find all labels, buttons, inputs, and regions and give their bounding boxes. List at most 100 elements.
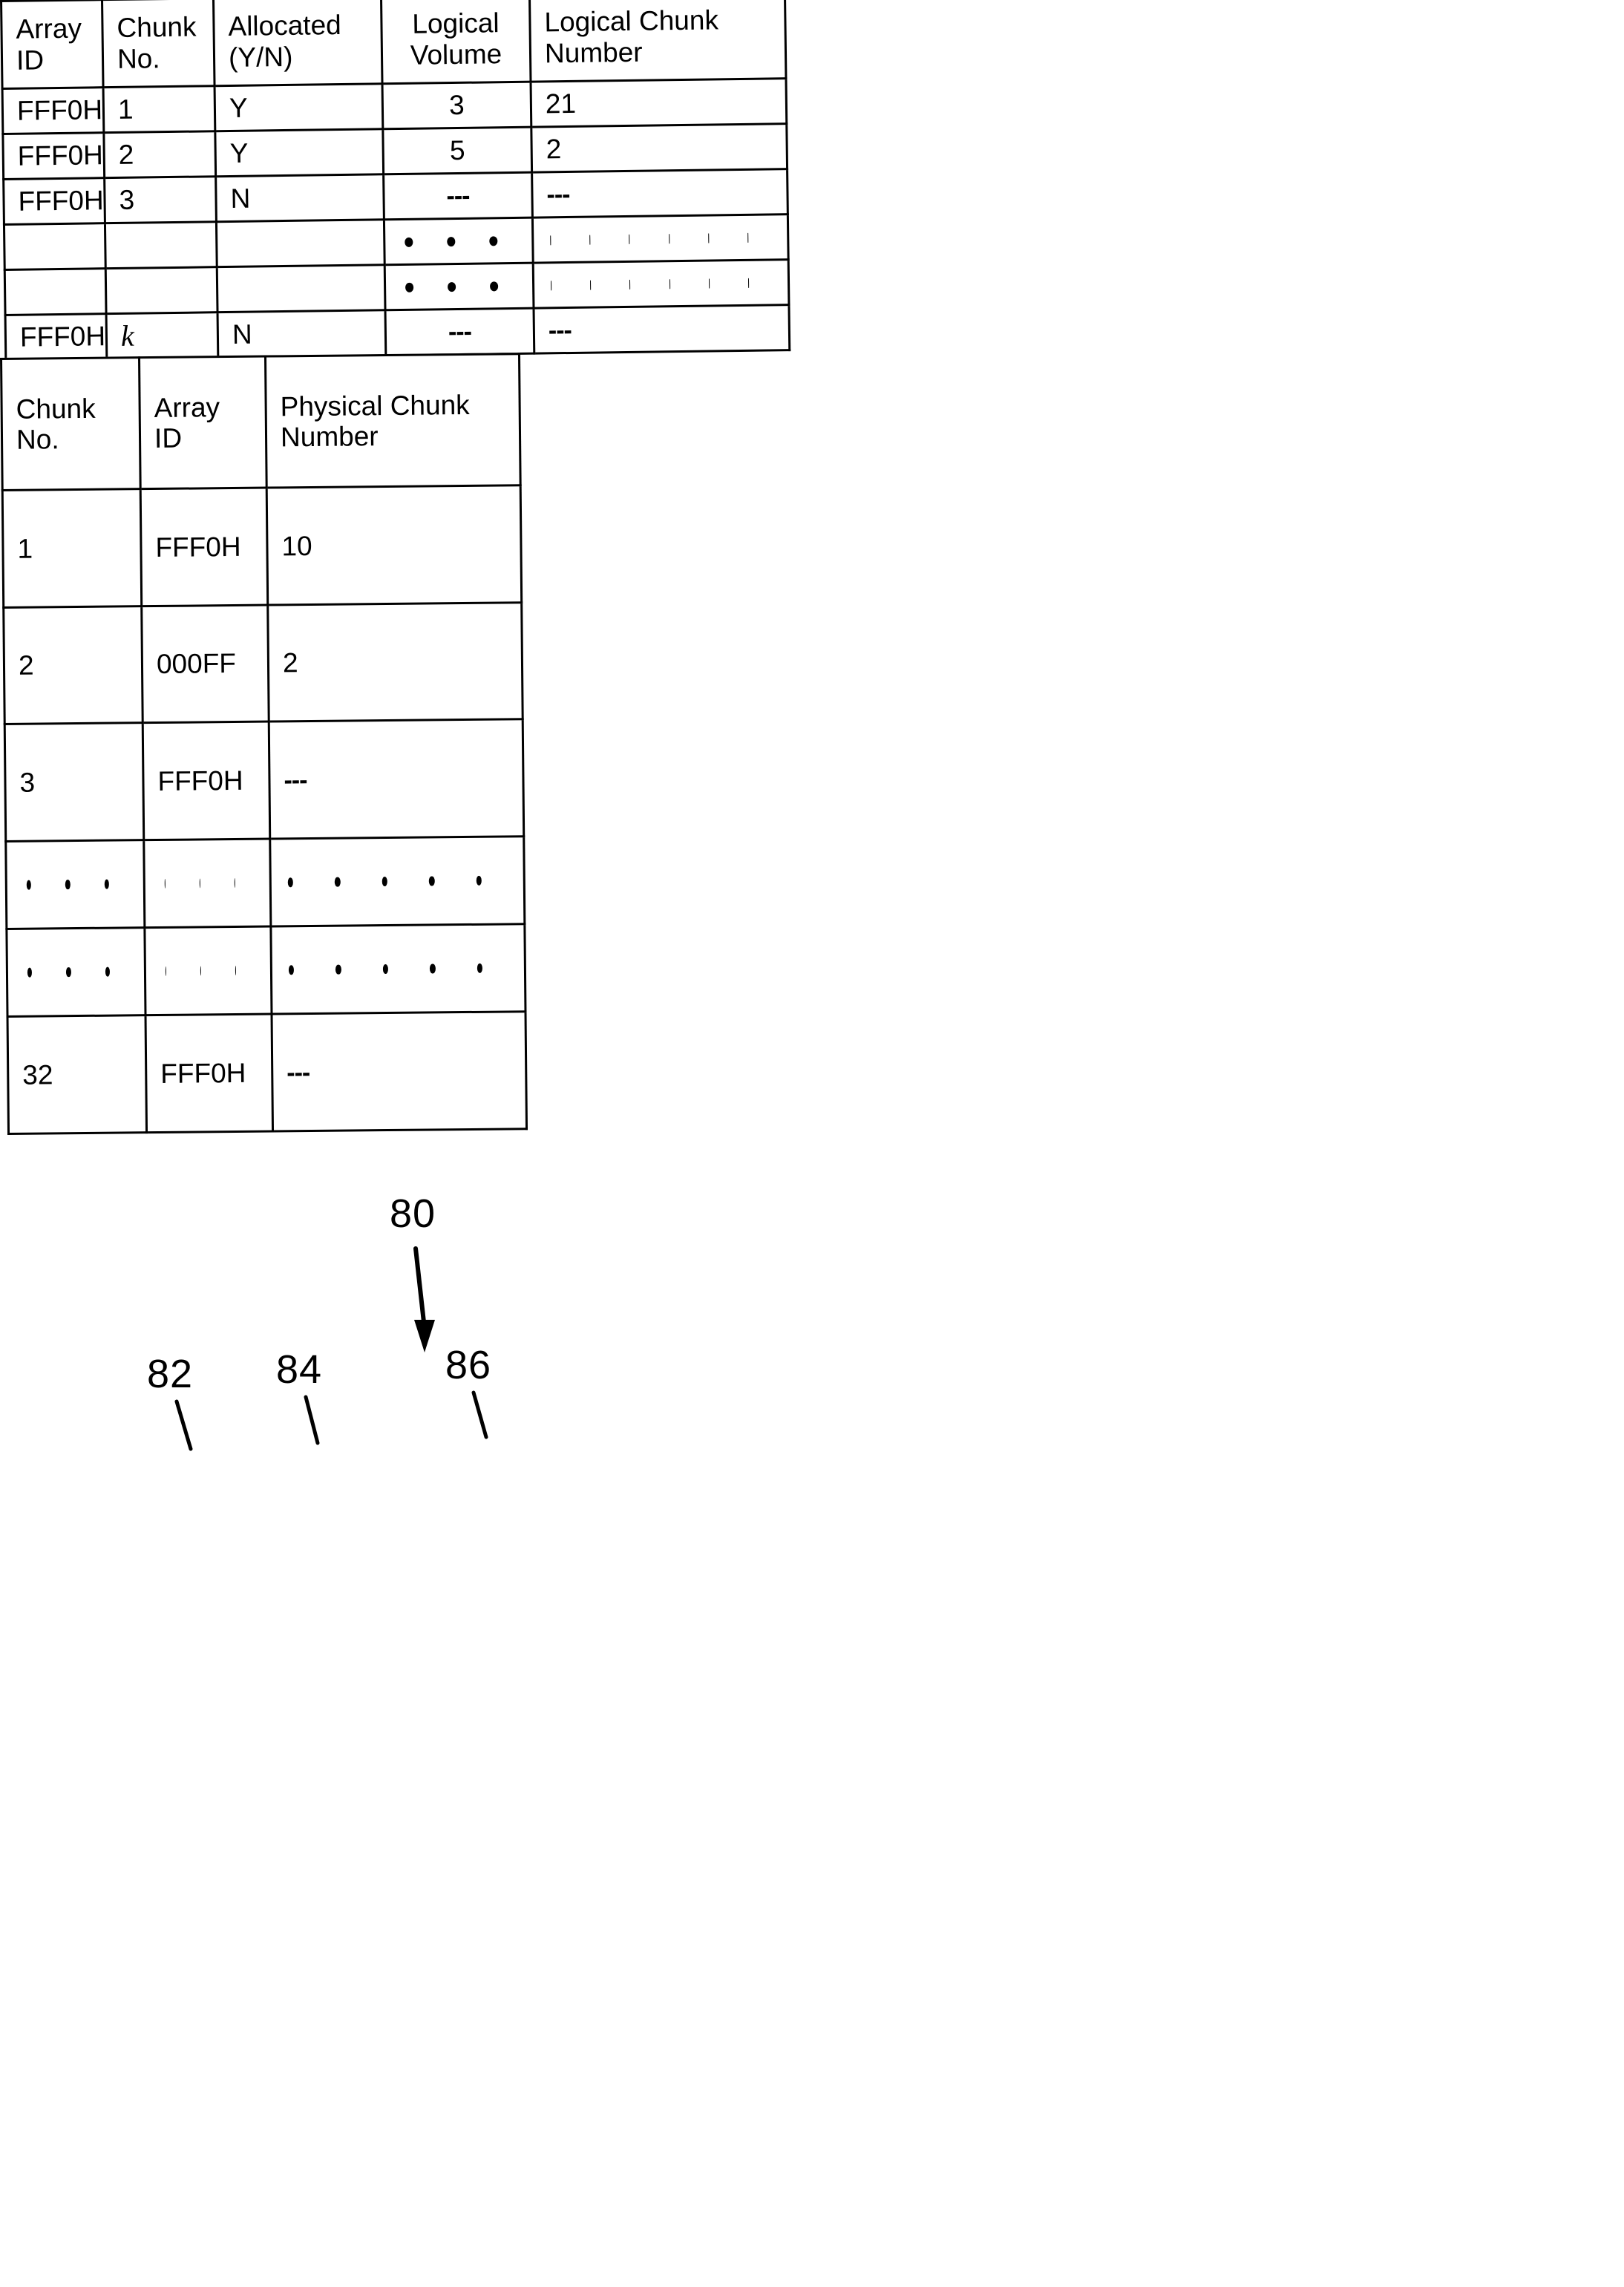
cell-chunk-no-ellipsis: [105, 221, 217, 269]
dot-group: [272, 925, 524, 1012]
cell-array-id: FFF0H: [140, 488, 268, 606]
cell-text: 2: [282, 647, 298, 678]
dot-group: [7, 841, 143, 928]
cell-text: FFF0H: [157, 765, 243, 796]
cell-chunk-no: 2: [3, 606, 143, 724]
table-row: 3 FFF0H ---: [4, 719, 524, 842]
cell-text: 5: [449, 135, 465, 166]
dot-group: [6, 269, 105, 314]
cell-chunk-no-ellipsis: [5, 840, 145, 929]
dot-group: [5, 224, 105, 269]
ref-number-82: 82: [147, 1352, 194, 1396]
dot-group: [218, 266, 402, 311]
cell-allocated: Y: [215, 128, 384, 177]
cell-chunk-no: 2: [103, 131, 216, 178]
cell-text: ---: [448, 317, 472, 347]
cell-logical-volume: 5: [382, 127, 532, 174]
table-row: 2 000FF 2: [3, 602, 523, 724]
cell-text: 1: [17, 533, 33, 564]
cell-chunk-no-ellipsis: [6, 927, 146, 1017]
cell-logical-volume: 3: [382, 82, 531, 129]
cell-logical-chunk-number: 21: [531, 78, 787, 128]
cell-chunk-no: 3: [4, 723, 144, 842]
cell-array-id-ellipsis: [144, 926, 272, 1016]
dot-group: [534, 261, 788, 307]
header-cell-logical-chunk-number: Logical Chunk Number: [529, 0, 786, 82]
header-line-2: No.: [117, 42, 160, 74]
cell-text: FFF0H: [19, 321, 106, 353]
dot-group: [217, 220, 401, 266]
cell-chunk-no: 1: [2, 488, 142, 608]
ref-80-arrow: [413, 1246, 435, 1352]
ref-number-86: 86: [445, 1343, 492, 1387]
dot-group: [385, 219, 532, 264]
header-cell-array-id: Array ID: [139, 356, 267, 489]
cell-array-id-ellipsis: [4, 268, 107, 315]
table-row-ellipsis: [5, 836, 525, 929]
cell-array-id: FFF0H: [143, 722, 270, 840]
cell-array-id: 000FF: [141, 604, 269, 724]
chunk-allocation-table-50: Array ID Chunk No. Allocated (Y/N) Logic…: [0, 0, 791, 361]
header-cell-array-id: Array ID: [1, 0, 104, 89]
table-50-header-row: Array ID Chunk No. Allocated (Y/N) Logic…: [1, 0, 786, 89]
cell-physical-chunk-number: ---: [269, 719, 524, 840]
header-line-1: Chunk: [16, 393, 96, 425]
dot-group: [534, 215, 788, 261]
cell-text: Y: [229, 137, 249, 169]
cell-physical-chunk-number-ellipsis: [269, 836, 525, 927]
cell-text: 1: [117, 94, 134, 125]
cell-text: ---: [446, 181, 470, 211]
table-80-grid: Chunk No. Array ID Physical Chunk Number…: [0, 353, 528, 1135]
cell-array-id: FFF0H: [3, 177, 105, 225]
cell-text: ---: [548, 315, 572, 345]
cell-text: 2: [18, 650, 34, 681]
header-cell-chunk-no: Chunk No.: [1, 357, 141, 491]
header-line-1: Chunk: [117, 11, 197, 44]
dot-group: [106, 223, 216, 267]
header-line-1: Allocated: [228, 10, 341, 42]
ref-number-84: 84: [276, 1347, 323, 1392]
cell-array-id: FFF0H: [145, 1014, 273, 1133]
cell-text: k: [120, 318, 134, 353]
cell-text: FFF0H: [16, 94, 103, 126]
header-line-1: Logical Chunk: [544, 4, 719, 38]
cell-logical-chunk-number: ---: [533, 304, 790, 354]
cell-logical-chunk-number: ---: [531, 169, 788, 218]
cell-text: 3: [19, 767, 36, 798]
cell-logical-chunk-number-ellipsis: [532, 214, 789, 264]
cell-physical-chunk-number: ---: [272, 1012, 527, 1132]
table-80-header-row: Chunk No. Array ID Physical Chunk Number: [1, 353, 521, 491]
cell-text: 21: [545, 88, 577, 120]
cell-array-id: FFF0H: [2, 87, 104, 134]
cell-text: 3: [448, 90, 465, 121]
cell-chunk-no: k: [106, 312, 218, 359]
cell-array-id-ellipsis: [4, 223, 106, 270]
header-cell-logical-volume: Logical Volume: [381, 0, 531, 84]
cell-physical-chunk-number: 2: [267, 602, 523, 722]
cell-text: 000FF: [156, 648, 237, 680]
dot-group: [7, 929, 144, 1015]
cell-text: 3: [119, 184, 135, 216]
cell-physical-chunk-number: 10: [266, 485, 522, 605]
cell-allocated: Y: [215, 83, 383, 131]
table-row: 1 FFF0H 10: [2, 485, 522, 608]
cell-physical-chunk-number-ellipsis: [270, 923, 525, 1015]
cell-logical-volume: ---: [385, 308, 534, 356]
leader-82: [174, 1399, 193, 1451]
table-50-grid: Array ID Chunk No. Allocated (Y/N) Logic…: [0, 0, 791, 361]
header-line-1: Array: [16, 13, 82, 45]
cell-text: N: [232, 318, 252, 350]
leader-86: [471, 1390, 488, 1439]
header-cell-physical-chunk-number: Physical Chunk Number: [265, 353, 521, 488]
cell-allocated: N: [217, 310, 386, 358]
cell-chunk-no: 32: [7, 1015, 147, 1134]
cell-logical-chunk-number-ellipsis: [533, 259, 789, 309]
header-cell-allocated: Allocated (Y/N): [213, 0, 383, 86]
cell-array-id: FFF0H: [2, 132, 105, 180]
dot-group: [107, 268, 217, 313]
cell-text: N: [230, 183, 251, 215]
cell-text: FFF0H: [160, 1057, 246, 1089]
dot-group: [145, 928, 270, 1015]
cell-chunk-no: 3: [104, 176, 217, 223]
cell-text: FFF0H: [18, 185, 104, 217]
